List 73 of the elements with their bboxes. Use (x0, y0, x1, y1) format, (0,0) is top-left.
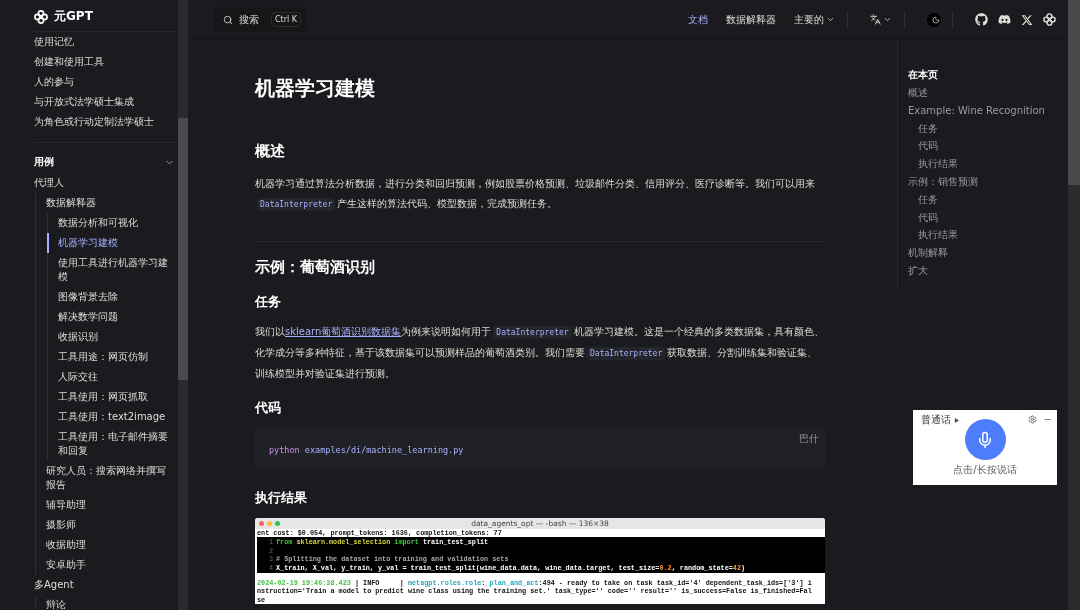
toc-link[interactable]: Example: Wine Recognition (908, 101, 1045, 120)
sidebar-item[interactable]: 为角色或行动定制法学硕士 (34, 112, 175, 132)
sidebar-item[interactable]: 使用工具进行机器学习建模 (58, 253, 175, 287)
dataset-link[interactable]: sklearn葡萄酒识别数据集 (285, 326, 402, 337)
toc-link[interactable]: 任务 (908, 190, 1045, 209)
settings-icon[interactable] (1028, 415, 1037, 424)
sidebar-item[interactable]: 多Agent (34, 575, 175, 595)
inline-code: DataInterpreter (493, 326, 572, 339)
x-icon[interactable] (1021, 13, 1033, 26)
nav-link[interactable]: 文档 (688, 12, 708, 27)
sidebar-item[interactable]: 数据分析和可视化 (58, 213, 175, 233)
toc-link[interactable]: 示例：销售预测 (908, 173, 1045, 191)
toc-link[interactable]: 概述 (908, 84, 1045, 102)
code-line: python examples/di/machine_learning.py (269, 444, 464, 455)
sidebar-item[interactable]: 图像背景去除 (58, 287, 175, 307)
logo-icon[interactable] (1043, 13, 1056, 26)
sidebar-item[interactable]: 使用记忆 (34, 32, 175, 52)
paragraph: 机器学习通过算法分析数据，进行分类和回归预测，例如股票价格预测、垃圾邮件分类、信用评分、医疗诊断等。我们可以用来 DataInterpreter 产生这样的算法代码、模型数据，完成预测任务。 (255, 177, 816, 213)
discord-icon[interactable] (998, 13, 1011, 26)
nav-link[interactable]: 主要的 (794, 12, 835, 27)
sidebar-item[interactable]: 工具使用：text2image (58, 407, 175, 427)
toc-link[interactable]: 代码 (908, 137, 1045, 156)
toc-link[interactable]: 扩大 (908, 261, 1045, 280)
sidebar-item[interactable]: 辅导助理 (46, 495, 175, 515)
subsection-heading: 代码 (255, 399, 282, 417)
section-title[interactable]: 用例 (34, 155, 54, 169)
sidebar-item[interactable]: 收据助理 (46, 535, 175, 555)
sidebar-item[interactable]: 安卓助手 (46, 555, 175, 575)
language-selector[interactable]: 普通话 (921, 413, 959, 427)
logo-text: 元GPT (54, 8, 93, 25)
scrollbar[interactable] (178, 0, 188, 610)
sidebar-item[interactable]: 与开放式法学硕士集成 (34, 92, 175, 112)
sidebar-item[interactable]: 数据解释器 (46, 193, 175, 213)
language-label: 巴什 (799, 432, 819, 446)
github-icon[interactable] (975, 13, 988, 26)
toc-title: 在本页 (908, 68, 939, 82)
subsection-heading: 任务 (255, 293, 282, 311)
subsection-heading: 执行结果 (255, 489, 308, 507)
toc-link[interactable]: 任务 (908, 119, 1045, 138)
sidebar-item[interactable]: 人际交往 (58, 367, 175, 387)
sidebar-item[interactable]: 研究人员：搜索网络并撰写报告 (46, 461, 175, 495)
inline-code: DataInterpreter (257, 198, 336, 211)
section-heading: 示例：葡萄酒识别 (255, 257, 376, 278)
translate-icon[interactable] (870, 14, 892, 25)
microphone-icon (976, 430, 994, 449)
toc-link[interactable]: 执行结果 (908, 226, 1045, 245)
page-title: 机器学习建模 (255, 75, 376, 102)
sidebar-item[interactable]: 代理人 (34, 173, 175, 193)
section-heading: 概述 (255, 141, 286, 162)
sidebar-item[interactable]: 工具使用：网页抓取 (58, 387, 175, 407)
toc-link[interactable]: 代码 (908, 208, 1045, 227)
theme-toggle-icon[interactable] (927, 12, 940, 27)
sidebar-item[interactable]: 辩论 (46, 595, 175, 610)
sidebar-item[interactable]: 摄影师 (46, 515, 175, 535)
search-button[interactable]: 搜索 Ctrl K (213, 7, 308, 32)
scrollbar[interactable] (1068, 0, 1080, 610)
sidebar-item[interactable]: 机器学习建模 (47, 233, 175, 253)
voice-hint: 点击/长按说话 (953, 463, 1017, 477)
toc-link[interactable]: 执行结果 (908, 155, 1045, 173)
play-icon (954, 417, 959, 423)
sidebar-item[interactable]: 收据识别 (58, 327, 175, 347)
microphone-button[interactable] (964, 419, 1006, 460)
logo-icon (34, 9, 48, 24)
sidebar-item[interactable]: 创建和使用工具 (34, 52, 175, 72)
sidebar-item[interactable]: 工具用途：网页仿制 (58, 347, 175, 367)
paragraph: 我们以sklearn葡萄酒识别数据集为例来说明如何用于 DataInterpreter 机器学习建模。这是一个经典的多类数据集，具有颜色、化学成分等多种特征，基于该数据集可以预测样品的葡萄酒类别。我们需要 DataInterpreter 获取数据、分割训练集和验证集、训练模型并对验证集进行预测。 (255, 325, 825, 381)
inline-code: DataInterpreter (587, 347, 666, 360)
sidebar-item[interactable]: 人的参与 (34, 72, 175, 92)
sidebar-item[interactable]: 解决数学问题 (58, 307, 175, 327)
toc-link[interactable]: 机制解释 (908, 244, 1045, 262)
sidebar-item[interactable]: 工具使用：电子邮件摘要和回复 (58, 427, 175, 461)
nav-link[interactable]: 数据解释器 (726, 12, 776, 27)
search-icon (223, 14, 233, 25)
